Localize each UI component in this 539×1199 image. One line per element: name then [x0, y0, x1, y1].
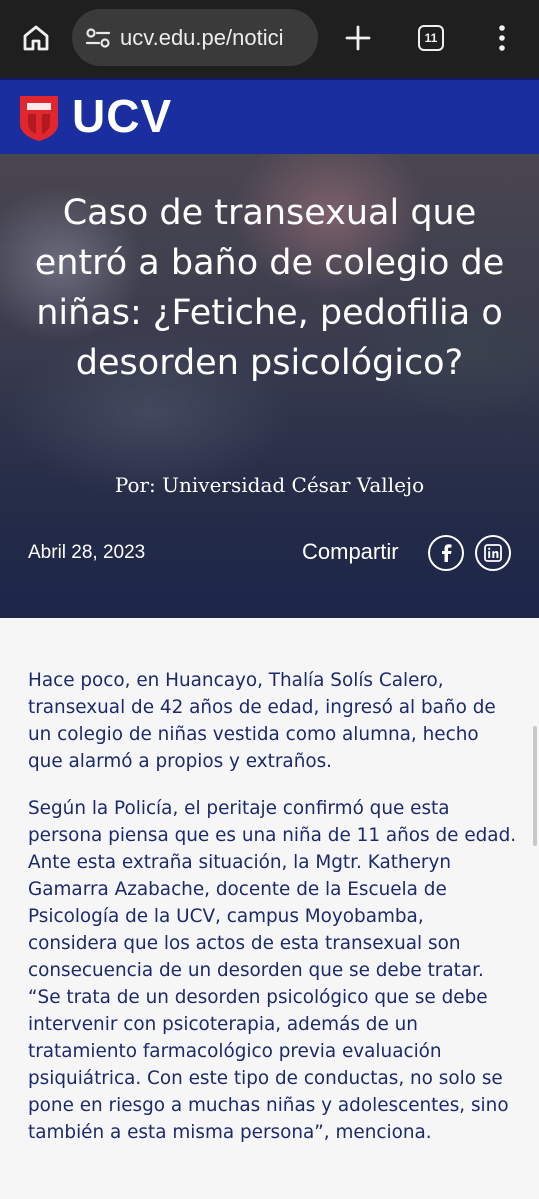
tab-count: 11 [418, 25, 444, 51]
article-hero: Caso de transexual que entró a baño de c… [0, 154, 539, 618]
share-label: Compartir [302, 539, 399, 564]
ucv-logo-icon[interactable] [18, 94, 60, 142]
address-bar[interactable]: ucv.edu.pe/notici [72, 9, 318, 66]
tune-icon[interactable] [84, 24, 112, 52]
article-author: Por: Universidad César Vallejo [114, 473, 425, 497]
article-date: Abril 28, 2023 [28, 542, 146, 563]
more-menu-button[interactable] [480, 16, 524, 60]
share-facebook-button[interactable] [428, 535, 464, 571]
facebook-icon [442, 544, 452, 562]
home-icon [23, 25, 49, 51]
article-body: Hace poco, en Huancayo, Thalía Solís Cal… [28, 667, 518, 1166]
article-title: Caso de transexual que entró a baño de c… [34, 193, 505, 383]
more-vert-icon [499, 25, 505, 51]
article-paragraph: Según la Policía, el peritaje confirmó q… [28, 798, 517, 1143]
scrollbar-thumb[interactable] [533, 726, 537, 846]
brand-name[interactable]: UCV [72, 88, 172, 144]
new-tab-button[interactable] [336, 16, 380, 60]
url-text[interactable]: ucv.edu.pe/notici [120, 23, 312, 53]
share-linkedin-button[interactable] [475, 535, 511, 571]
plus-icon [345, 25, 371, 51]
browser-toolbar: ucv.edu.pe/notici 11 [0, 0, 539, 78]
linkedin-icon [484, 544, 502, 562]
tab-switcher-button[interactable]: 11 [409, 16, 453, 60]
site-header: UCV [0, 78, 539, 154]
article-paragraph: Hace poco, en Huancayo, Thalía Solís Cal… [28, 670, 496, 772]
home-button[interactable] [14, 16, 58, 60]
